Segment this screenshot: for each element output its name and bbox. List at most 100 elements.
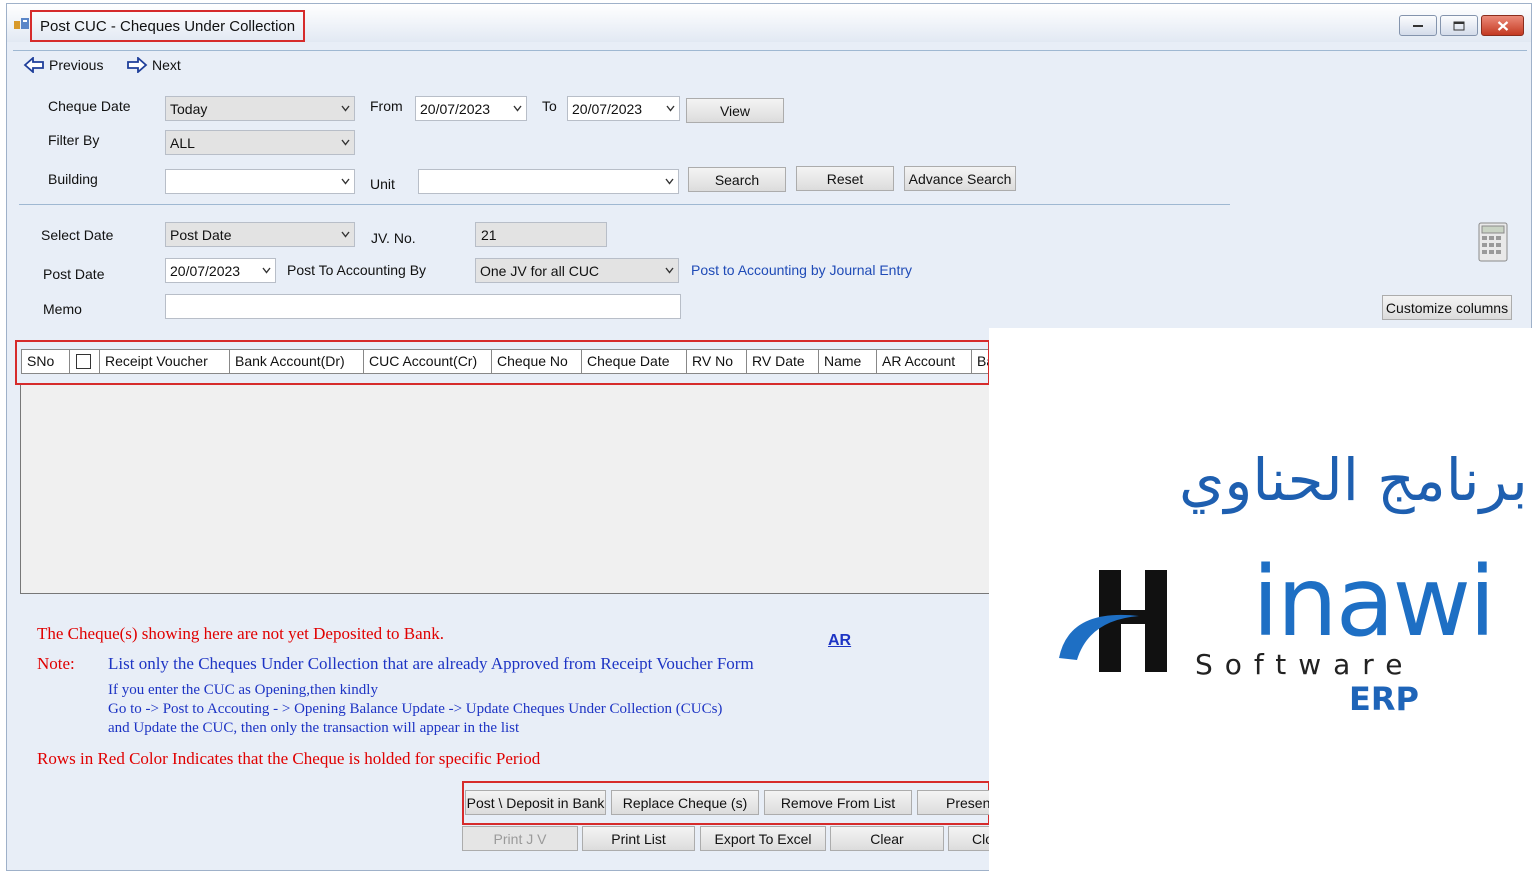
- column-header-rv-date[interactable]: RV Date: [747, 350, 819, 373]
- unit-select[interactable]: [418, 169, 679, 194]
- to-label: To: [542, 98, 557, 114]
- chevron-down-icon: [341, 139, 350, 146]
- column-header-rv-no[interactable]: RV No: [687, 350, 747, 373]
- post-deposit-button[interactable]: Post \ Deposit in Bank: [465, 790, 606, 815]
- column-header-sno[interactable]: SNo: [22, 350, 70, 373]
- jv-no-field[interactable]: 21: [475, 222, 607, 247]
- window-title: Post CUC - Cheques Under Collection: [30, 10, 306, 42]
- minimize-icon: [1413, 24, 1423, 27]
- filter-by-select[interactable]: ALL: [165, 130, 355, 155]
- print-list-button[interactable]: Print List: [582, 826, 695, 851]
- chevron-down-icon: [665, 267, 674, 274]
- logo-arabic-text: برنامج الحناوي: [1179, 446, 1528, 514]
- logo-h-mark: [1059, 570, 1167, 672]
- note-navigation-path: Go to -> Post to Accouting - > Opening B…: [108, 701, 723, 717]
- arrow-right-icon: [127, 57, 148, 73]
- chevron-down-icon: [262, 267, 271, 274]
- logo-software-text: Software: [1195, 648, 1415, 681]
- from-date-picker[interactable]: 20/07/2023: [415, 96, 527, 121]
- unit-label: Unit: [370, 176, 395, 192]
- toolbar-divider: [13, 50, 1527, 51]
- export-to-excel-button[interactable]: Export To Excel: [700, 826, 826, 851]
- cheque-date-value: Today: [170, 101, 208, 117]
- to-date-value: 20/07/2023: [572, 101, 643, 117]
- filter-by-value: ALL: [170, 135, 195, 151]
- grid-header-row: SNo Receipt Voucher Bank Account(Dr) CUC…: [21, 349, 988, 374]
- remove-from-list-button[interactable]: Remove From List: [764, 790, 912, 815]
- hinawi-logo-panel: برنامج الحناوي Hinawi Software ERP: [989, 328, 1536, 875]
- logo-wordmark: Hinawi: [1182, 554, 1496, 650]
- logo-word-h: H: [1182, 546, 1252, 658]
- column-header-select-all[interactable]: [70, 350, 100, 373]
- building-label: Building: [48, 171, 98, 187]
- present-button[interactable]: Presen: [917, 790, 990, 815]
- column-header-bank-account[interactable]: Bank Account(Dr): [230, 350, 364, 373]
- cheque-date-select[interactable]: Today: [165, 96, 355, 121]
- note-approved-only: List only the Cheques Under Collection t…: [108, 654, 754, 673]
- filter-by-label: Filter By: [48, 132, 100, 148]
- post-by-value: One JV for all CUC: [480, 263, 600, 279]
- chevron-down-icon: [665, 178, 674, 185]
- note-opening-cuc: If you enter the CUC as Opening,then kin…: [108, 682, 378, 698]
- jv-no-label: JV. No.: [371, 230, 416, 246]
- reset-button[interactable]: Reset: [796, 166, 894, 191]
- column-header-cuc-account[interactable]: CUC Account(Cr): [364, 350, 492, 373]
- select-date-label: Select Date: [41, 227, 114, 243]
- select-date-value: Post Date: [170, 227, 232, 243]
- column-header-ar-account[interactable]: AR Account: [877, 350, 972, 373]
- maximize-button[interactable]: [1440, 15, 1478, 36]
- memo-field[interactable]: [165, 294, 681, 319]
- replace-cheque-button[interactable]: Replace Cheque (s): [611, 790, 759, 815]
- post-date-picker[interactable]: 20/07/2023: [165, 258, 276, 283]
- note-label: Note:: [37, 654, 75, 673]
- to-date-picker[interactable]: 20/07/2023: [567, 96, 680, 121]
- chevron-down-icon: [513, 105, 522, 112]
- view-button[interactable]: View: [686, 98, 784, 123]
- calculator-icon[interactable]: [1478, 222, 1508, 262]
- close-button[interactable]: Clo: [948, 826, 990, 851]
- close-icon: [1497, 20, 1508, 31]
- post-by-select[interactable]: One JV for all CUC: [475, 258, 679, 283]
- customize-columns-button[interactable]: Customize columns: [1382, 295, 1512, 320]
- chevron-down-icon: [341, 105, 350, 112]
- building-select[interactable]: [165, 169, 355, 194]
- column-header-cheque-no[interactable]: Cheque No: [492, 350, 582, 373]
- select-all-checkbox[interactable]: [76, 354, 91, 369]
- memo-label: Memo: [43, 301, 82, 317]
- from-date-value: 20/07/2023: [420, 101, 491, 117]
- title-bar: Post CUC - Cheques Under Collection: [7, 4, 1531, 42]
- column-header-ba[interactable]: Ba: [972, 350, 988, 373]
- note-update-cuc: and Update the CUC, then only the transa…: [108, 720, 520, 736]
- restore-icon: [1453, 21, 1465, 30]
- cheque-date-label: Cheque Date: [48, 98, 131, 114]
- chevron-down-icon: [341, 231, 350, 238]
- column-header-name[interactable]: Name: [819, 350, 877, 373]
- from-label: From: [370, 98, 403, 114]
- chevron-down-icon: [666, 105, 675, 112]
- next-label: Next: [152, 57, 181, 73]
- cheques-grid-body[interactable]: [20, 385, 990, 594]
- advance-search-button[interactable]: Advance Search: [904, 166, 1016, 191]
- next-button[interactable]: Next: [126, 57, 181, 73]
- section-divider: [19, 204, 1230, 205]
- note-not-deposited: The Cheque(s) showing here are not yet D…: [37, 624, 444, 643]
- clear-button[interactable]: Clear: [830, 826, 944, 851]
- close-window-button[interactable]: [1481, 15, 1524, 36]
- select-date-select[interactable]: Post Date: [165, 222, 355, 247]
- logo-erp-text: ERP: [1349, 680, 1419, 718]
- print-jv-button[interactable]: Print J V: [462, 826, 578, 851]
- grid-header-highlight: SNo Receipt Voucher Bank Account(Dr) CUC…: [15, 340, 990, 385]
- post-date-label: Post Date: [43, 266, 105, 282]
- column-header-cheque-date[interactable]: Cheque Date: [582, 350, 687, 373]
- ar-link[interactable]: AR: [828, 632, 851, 650]
- post-journal-entry-link[interactable]: Post to Accounting by Journal Entry: [691, 262, 912, 278]
- previous-label: Previous: [49, 57, 104, 73]
- post-date-value: 20/07/2023: [170, 263, 241, 279]
- previous-button[interactable]: Previous: [23, 57, 103, 73]
- app-icon: [14, 18, 29, 29]
- minimize-button[interactable]: [1399, 15, 1437, 36]
- column-header-receipt-voucher[interactable]: Receipt Voucher: [100, 350, 230, 373]
- chevron-down-icon: [341, 178, 350, 185]
- search-button[interactable]: Search: [688, 167, 786, 192]
- arrow-left-icon: [23, 57, 44, 73]
